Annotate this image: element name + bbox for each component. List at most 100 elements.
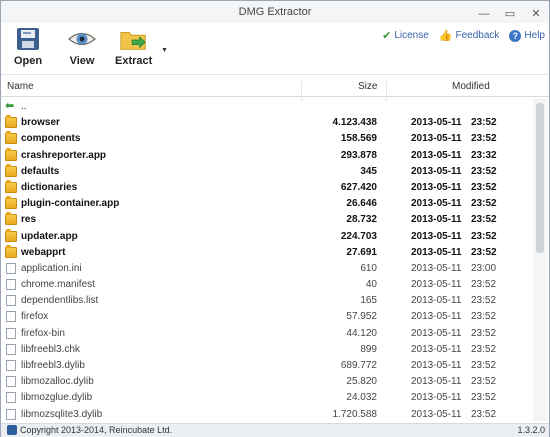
row-time: 23:52 bbox=[471, 279, 497, 291]
row-time: 23:52 bbox=[471, 246, 497, 258]
close-button[interactable]: ✕ bbox=[529, 3, 543, 25]
row-size: 689.772 bbox=[340, 360, 377, 371]
scrollbar-thumb[interactable] bbox=[536, 103, 544, 253]
row-size: 224.703 bbox=[340, 230, 377, 242]
app-window: DMG Extractor — ▭ ✕ Open View Extract ▼ … bbox=[0, 0, 550, 437]
row-name: libmozsqlite3.dylib bbox=[21, 408, 103, 420]
row-date: 2013-05-11 bbox=[411, 408, 462, 420]
row-size: 26.646 bbox=[346, 198, 377, 210]
status-bar: Copyright 2013-2014, Reincubate Ltd. 1.3… bbox=[1, 423, 549, 437]
row-date: 2013-05-11 bbox=[411, 246, 462, 258]
column-divider[interactable] bbox=[386, 81, 387, 101]
column-size[interactable]: Size bbox=[358, 81, 377, 92]
row-size: 627.420 bbox=[340, 181, 377, 193]
title-bar: DMG Extractor — ▭ ✕ bbox=[1, 1, 549, 23]
folder-row[interactable]: res 28.732 2013-05-11 23:52 bbox=[1, 212, 533, 228]
feedback-link[interactable]: 👍 Feedback bbox=[439, 29, 500, 42]
view-button[interactable]: View bbox=[67, 25, 97, 67]
row-time: 23:52 bbox=[471, 214, 497, 226]
file-row[interactable]: libmozsqlite3.dylib 1.720.588 2013-05-11 23… bbox=[1, 407, 533, 421]
row-time: 23:52 bbox=[471, 181, 497, 193]
app-logo-icon bbox=[7, 425, 17, 435]
file-row[interactable]: chrome.manifest 40 2013-05-11 23:52 bbox=[1, 277, 533, 293]
folder-row[interactable]: browser 4.123.438 2013-05-11 23:52 bbox=[1, 115, 533, 131]
minimize-button[interactable]: — bbox=[477, 3, 491, 25]
row-size: 40 bbox=[365, 279, 377, 291]
up-arrow-icon: ⬅ bbox=[5, 100, 15, 112]
vertical-scrollbar[interactable] bbox=[533, 99, 547, 421]
file-row[interactable]: firefox 57.952 2013-05-11 23:52 bbox=[1, 309, 533, 325]
folder-row[interactable]: webapprt 27.691 2013-05-11 23:52 bbox=[1, 244, 533, 261]
row-date: 2013-05-11 bbox=[411, 214, 462, 226]
copyright: Copyright 2013-2014, Reincubate Ltd. bbox=[7, 425, 172, 435]
row-name: libmozalloc.dylib bbox=[21, 376, 94, 388]
file-row[interactable]: dependentlibs.list 165 2013-05-11 23:52 bbox=[1, 293, 533, 309]
row-size: 24.032 bbox=[346, 392, 377, 404]
row-size: 27.691 bbox=[346, 246, 377, 258]
extract-button[interactable]: Extract bbox=[115, 25, 152, 67]
open-button[interactable]: Open bbox=[13, 25, 43, 67]
help-link[interactable]: ? Help bbox=[509, 29, 545, 42]
row-time: 23:52 bbox=[471, 230, 497, 242]
folder-row[interactable]: components 158.569 2013-05-11 23:52 bbox=[1, 131, 533, 147]
thumb-icon: 👍 bbox=[438, 30, 453, 42]
row-date: 2013-05-11 bbox=[411, 230, 462, 242]
column-name[interactable]: Name bbox=[7, 81, 34, 92]
file-row[interactable]: application.ini 610 2013-05-11 23:00 bbox=[1, 261, 533, 277]
row-name: firefox-bin bbox=[21, 327, 65, 339]
disk-icon bbox=[13, 25, 43, 53]
extract-dropdown-icon[interactable]: ▼ bbox=[161, 47, 168, 54]
row-size: 25.820 bbox=[346, 376, 377, 388]
folder-row[interactable]: plugin-container.app 26.646 2013-05-11 23:5… bbox=[1, 196, 533, 212]
row-name: firefox bbox=[21, 311, 49, 323]
row-name: webapprt bbox=[21, 246, 66, 258]
row-size: 899 bbox=[360, 343, 377, 355]
row-time: 23:52 bbox=[471, 133, 497, 145]
row-time: 23:00 bbox=[471, 262, 497, 274]
row-size: 44.120 bbox=[346, 327, 377, 339]
row-name: plugin-container.app bbox=[21, 198, 120, 210]
file-icon bbox=[6, 295, 16, 307]
folder-row[interactable]: crashreporter.app 293.878 2013-05-11 23:32 bbox=[1, 147, 533, 164]
row-time: 23:52 bbox=[471, 376, 497, 388]
eye-icon bbox=[67, 25, 97, 53]
license-label: License bbox=[394, 30, 429, 41]
file-row[interactable]: libfreebl3.chk 899 2013-05-11 23:52 bbox=[1, 342, 533, 358]
row-name: libfreebl3.chk bbox=[21, 343, 80, 355]
row-name: browser bbox=[21, 117, 60, 129]
row-time: 23:52 bbox=[471, 311, 497, 323]
row-date: 2013-05-11 bbox=[411, 165, 462, 177]
row-name: crashreporter.app bbox=[21, 149, 107, 161]
file-icon bbox=[6, 279, 16, 291]
folder-icon bbox=[5, 115, 17, 129]
window-controls: — ▭ ✕ bbox=[477, 3, 543, 25]
maximize-button[interactable]: ▭ bbox=[503, 3, 517, 25]
parent-directory-row[interactable]: ⬅.. bbox=[1, 99, 533, 115]
column-divider[interactable] bbox=[301, 81, 302, 101]
check-icon: ✔ bbox=[382, 30, 392, 42]
folder-icon bbox=[5, 228, 17, 242]
file-row[interactable]: libmozglue.dylib 24.032 2013-05-11 23:52 bbox=[1, 390, 533, 406]
row-date: 2013-05-11 bbox=[411, 295, 462, 307]
version-text: 1.3.2.0 bbox=[517, 425, 545, 435]
row-date: 2013-05-11 bbox=[411, 149, 462, 161]
folder-row[interactable]: defaults 345 2013-05-11 23:52 bbox=[1, 163, 533, 180]
folder-row[interactable]: dictionaries 627.420 2013-05-11 23:52 bbox=[1, 179, 533, 196]
folder-icon bbox=[5, 244, 17, 258]
row-name: defaults bbox=[21, 165, 60, 177]
row-date: 2013-05-11 bbox=[411, 343, 462, 355]
file-icon bbox=[6, 327, 16, 339]
row-date: 2013-05-11 bbox=[411, 279, 462, 291]
row-date: 2013-05-11 bbox=[411, 311, 462, 323]
file-row[interactable]: libfreebl3.dylib 689.772 2013-05-11 23:52 bbox=[1, 358, 533, 374]
folder-extract-icon bbox=[119, 25, 149, 53]
open-label: Open bbox=[13, 55, 43, 67]
folder-row[interactable]: updater.app 224.703 2013-05-11 23:52 bbox=[1, 228, 533, 245]
license-link[interactable]: ✔ License bbox=[382, 29, 429, 42]
column-modified[interactable]: Modified bbox=[452, 81, 490, 92]
file-row[interactable]: libmozalloc.dylib 25.820 2013-05-11 23:52 bbox=[1, 374, 533, 390]
folder-icon bbox=[5, 179, 17, 193]
row-name: libfreebl3.dylib bbox=[21, 360, 85, 371]
window-title: DMG Extractor bbox=[238, 6, 312, 18]
file-row[interactable]: firefox-bin 44.120 2013-05-11 23:52 bbox=[1, 326, 533, 342]
